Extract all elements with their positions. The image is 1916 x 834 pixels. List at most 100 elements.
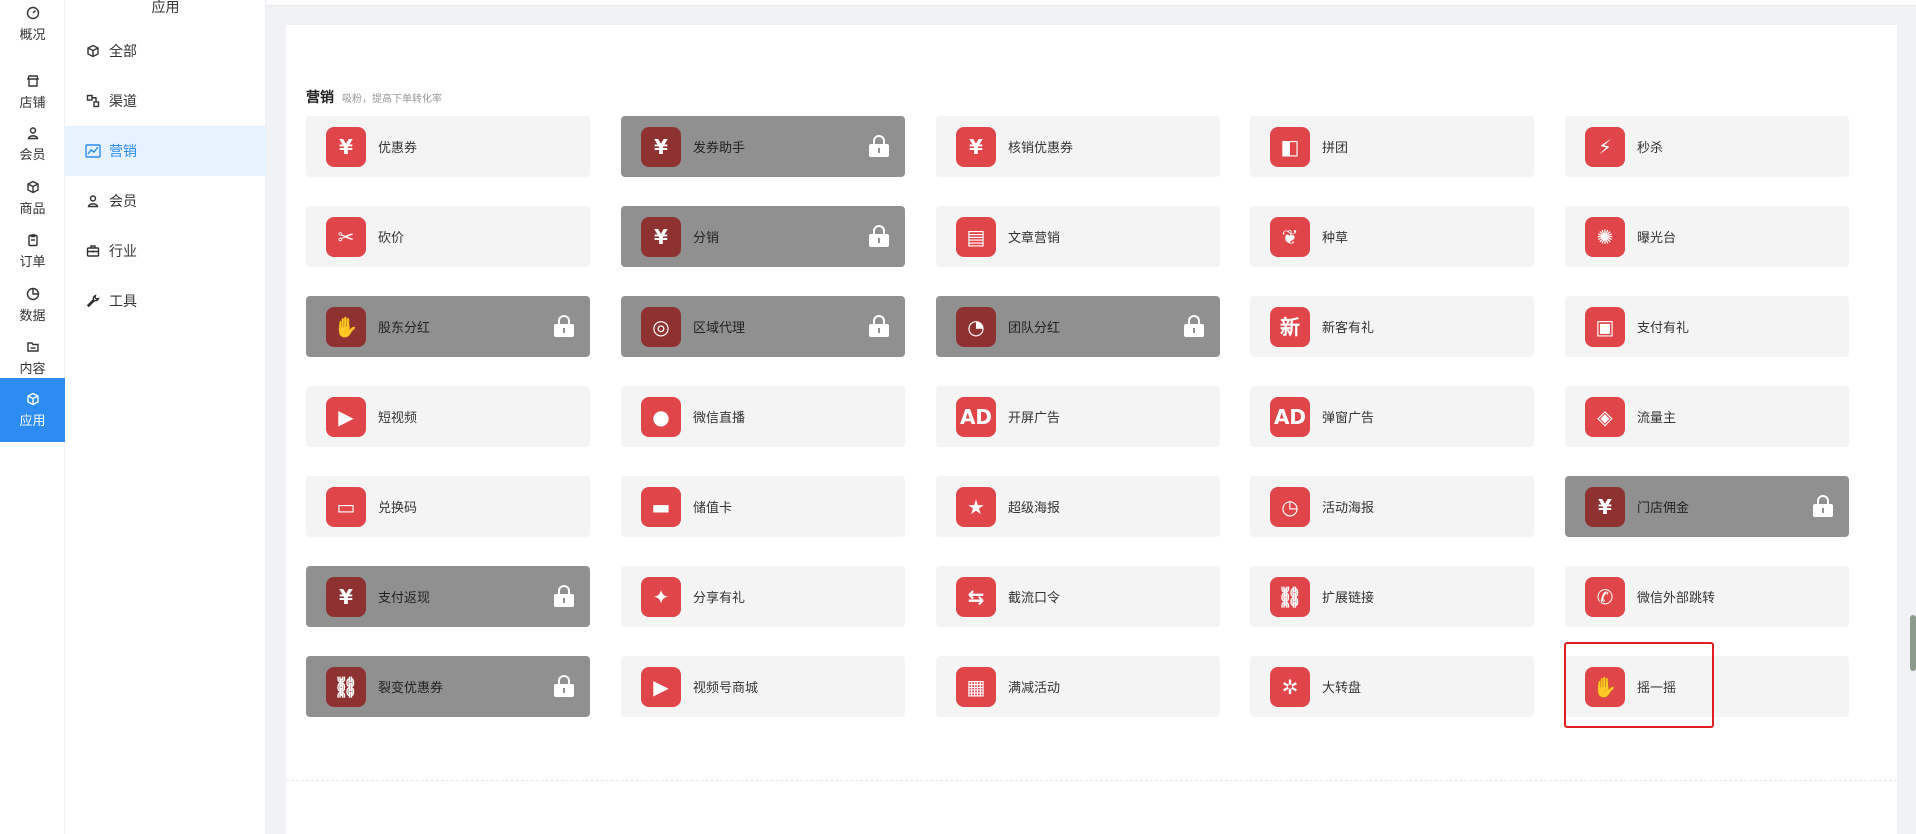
app-card[interactable]: ▤ 文章营销 [936, 206, 1220, 267]
app-card[interactable]: ¥ 分销 [621, 206, 905, 267]
app-icon-glyph: ⇆ [967, 584, 985, 609]
app-card[interactable]: ✆ 微信外部跳转 [1565, 566, 1849, 627]
app-card[interactable]: 新 新客有礼 [1250, 296, 1534, 357]
app-icon-glyph: ✦ [652, 584, 670, 609]
app-icon-glyph: ✋ [333, 314, 359, 339]
app-card[interactable]: ¥ 优惠券 [306, 116, 590, 177]
link-icon: ⛓ [1270, 576, 1310, 617]
app-card[interactable]: ¥ 核销优惠券 [936, 116, 1220, 177]
redeem-code-icon: ▭ [326, 486, 366, 527]
app-card-label: 支付有礼 [1637, 321, 1690, 336]
app-card-label: 优惠券 [378, 141, 418, 156]
lock-icon [554, 675, 574, 697]
app-card-label: 超级海报 [1008, 501, 1061, 516]
group-buy-icon: ◧ [1270, 126, 1310, 167]
article-icon: ▤ [956, 216, 996, 257]
app-card[interactable]: ⇆ 截流口令 [936, 566, 1220, 627]
top-bar [266, 0, 1916, 6]
app-icon-glyph: ¥ [654, 224, 668, 249]
app-card[interactable]: ◎ 区域代理 [621, 296, 905, 357]
app-card-label: 分享有礼 [693, 591, 746, 606]
app-card[interactable]: ✋ 股东分红 [306, 296, 590, 357]
app-card[interactable]: ★ 超级海报 [936, 476, 1220, 537]
app-card[interactable]: ▶ 短视频 [306, 386, 590, 447]
submenu-item-4[interactable]: 行业 [65, 226, 266, 276]
app-card-label: 微信直播 [693, 411, 746, 426]
app-card-label: 满减活动 [1008, 681, 1061, 696]
stored-card-icon: ▬ [641, 486, 681, 527]
wheel-icon: ✲ [1270, 666, 1310, 707]
rail-item-label: 概况 [19, 27, 46, 43]
app-card[interactable]: ▭ 兑换码 [306, 476, 590, 537]
password-icon: ⇆ [956, 576, 996, 617]
app-card[interactable]: ◷ 活动海报 [1250, 476, 1534, 537]
app-card-label: 区域代理 [693, 321, 746, 336]
app-card[interactable]: ✦ 分享有礼 [621, 566, 905, 627]
submenu-item-1[interactable]: 渠道 [65, 76, 266, 126]
app-card-label: 核销优惠券 [1008, 141, 1074, 156]
app-card-label: 文章营销 [1008, 231, 1061, 246]
app-icon-glyph: ¥ [1598, 494, 1612, 519]
app-card[interactable]: ● 微信直播 [621, 386, 905, 447]
rail-item-label: 订单 [19, 254, 46, 270]
app-card[interactable]: ◔ 团队分红 [936, 296, 1220, 357]
app-card[interactable]: ✂ 砍价 [306, 206, 590, 267]
rail-item-label: 店铺 [19, 95, 46, 111]
submenu-item-2[interactable]: 营销 [65, 126, 266, 176]
submenu-item-5[interactable]: 工具 [65, 276, 266, 326]
app-card[interactable]: ▦ 满减活动 [936, 656, 1220, 717]
rail-item-7[interactable]: 应用 [0, 378, 65, 442]
app-card[interactable]: ¥ 发券助手 [621, 116, 905, 177]
submenu-item-label: 行业 [109, 244, 137, 260]
app-card[interactable]: ❦ 种草 [1250, 206, 1534, 267]
app-icon-glyph: ⚡ [1597, 134, 1613, 159]
app-card-label: 种草 [1322, 231, 1349, 246]
app-card[interactable]: ▬ 储值卡 [621, 476, 905, 537]
flash-sale-icon: ⚡ [1585, 126, 1625, 167]
rail-item-label: 会员 [19, 147, 46, 163]
distribution-icon: ¥ [641, 216, 681, 257]
app-card[interactable]: AD 开屏广告 [936, 386, 1220, 447]
app-card[interactable]: ⚡ 秒杀 [1565, 116, 1849, 177]
app-card[interactable]: AD 弹窗广告 [1250, 386, 1534, 447]
scrollbar-thumb[interactable] [1910, 615, 1916, 671]
wrench-icon [85, 293, 101, 309]
bargain-icon: ✂ [326, 216, 366, 257]
app-card[interactable]: ¥ 支付返现 [306, 566, 590, 627]
submenu-item-0[interactable]: 全部 [65, 26, 266, 76]
app-card-label: 股东分红 [378, 321, 431, 336]
app-card-label: 新客有礼 [1322, 321, 1375, 336]
app-icon-glyph: ▶ [338, 404, 354, 429]
app-card[interactable]: ◈ 流量主 [1565, 386, 1849, 447]
rail-item-0[interactable]: 概况 [0, 0, 65, 56]
app-card[interactable]: ✺ 曝光台 [1565, 206, 1849, 267]
app-card[interactable]: ⛓ 扩展链接 [1250, 566, 1534, 627]
app-card-label: 开屏广告 [1008, 411, 1061, 426]
lock-icon [554, 585, 574, 607]
app-card-label: 团队分红 [1008, 321, 1061, 336]
section-header: 营销 吸粉，提高下单转化率 [306, 87, 442, 107]
event-poster-icon: ◷ [1270, 486, 1310, 527]
app-card[interactable]: ¥ 门店佣金 [1565, 476, 1849, 537]
section-title: 营销 [306, 90, 334, 106]
app-card[interactable]: ⛓ 裂变优惠券 [306, 656, 590, 717]
submenu-item-label: 全部 [109, 44, 137, 60]
dashboard-icon [26, 6, 40, 20]
app-icon-glyph: 新 [1280, 314, 1300, 339]
app-icon-glyph: ★ [967, 494, 985, 519]
app-card[interactable]: ▣ 支付有礼 [1565, 296, 1849, 357]
app-card[interactable]: ✲ 大转盘 [1250, 656, 1534, 717]
app-icon-glyph: ◎ [652, 314, 670, 339]
app-icon-glyph: ¥ [339, 134, 353, 159]
user-icon [26, 126, 40, 140]
app-card[interactable]: ▶ 视频号商城 [621, 656, 905, 717]
app-card-label: 大转盘 [1322, 681, 1362, 696]
app-card[interactable]: ◧ 拼团 [1250, 116, 1534, 177]
live-icon: ● [641, 396, 681, 437]
submenu-item-3[interactable]: 会员 [65, 176, 266, 226]
cashback-icon: ¥ [326, 576, 366, 617]
app-icon-glyph: ✂ [337, 224, 355, 249]
app-card-label: 分销 [693, 231, 720, 246]
app-icon-glyph: ⛓ [333, 674, 359, 699]
submenu-item-label: 渠道 [109, 94, 137, 110]
